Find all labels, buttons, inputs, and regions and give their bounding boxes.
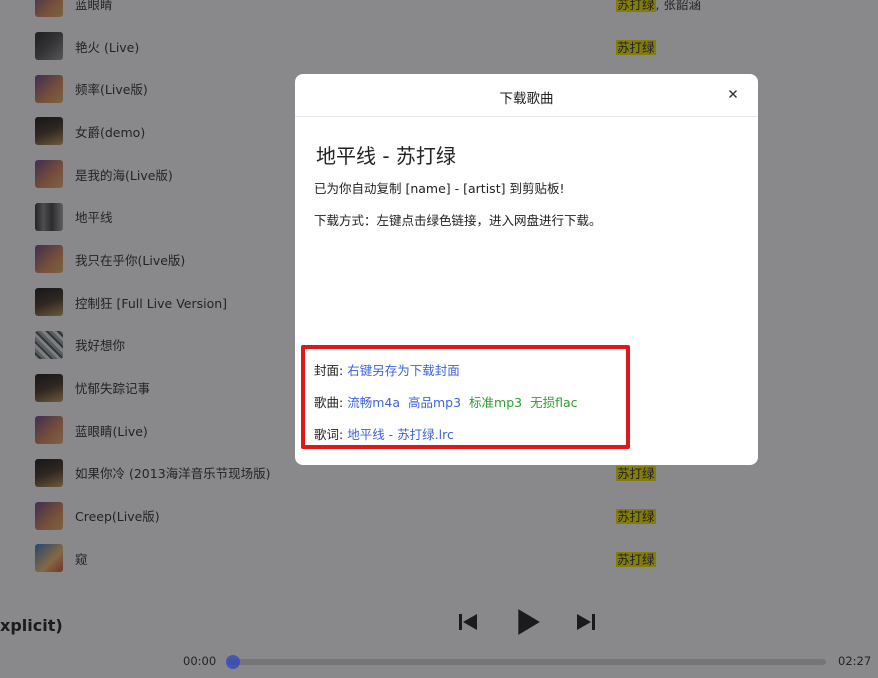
close-icon[interactable]: [726, 87, 740, 101]
clipboard-notice: 已为你自动复制 [name] - [artist] 到剪贴板!: [314, 181, 565, 196]
dialog-title: 下载歌曲: [499, 91, 554, 107]
song-heading: 地平线 - 苏打绿: [316, 144, 456, 168]
dialog-header: 下载歌曲: [295, 74, 758, 117]
annotation-highlight-box: [301, 345, 630, 449]
progress-thumb[interactable]: [226, 655, 240, 669]
download-hint: 下载方式：左键点击绿色链接，进入网盘进行下载。: [314, 213, 602, 228]
